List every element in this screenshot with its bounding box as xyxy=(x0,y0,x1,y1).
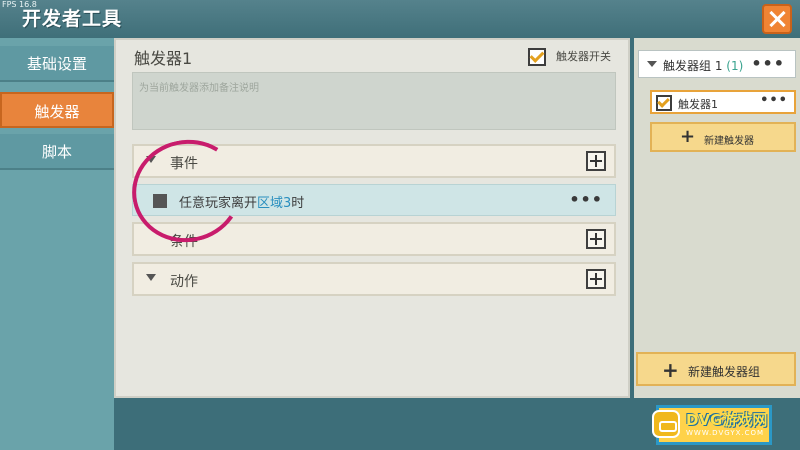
sidebar-item-scripts[interactable]: 脚本 xyxy=(0,134,114,170)
watermark: DVG游戏网 WWW.DVGYX.COM xyxy=(648,404,800,444)
sidebar: 基础设置 触发器 脚本 xyxy=(0,38,114,450)
plus-icon: + xyxy=(662,358,679,382)
sidebar-item-basic-settings[interactable]: 基础设置 xyxy=(0,46,114,82)
trigger-note-field[interactable]: 为当前触发器添加备注说明 xyxy=(132,72,616,130)
new-trigger-group-button[interactable]: + 新建触发器组 xyxy=(636,352,796,386)
trigger-group-header[interactable]: 触发器组 1 (1) ••• xyxy=(638,50,796,78)
trigger-item-label: 触发器1 xyxy=(678,98,718,111)
new-trigger-label: 新建触发器 xyxy=(704,136,754,147)
title-bar: FPS 16.8 开发者工具 xyxy=(0,0,800,38)
new-trigger-button[interactable]: + 新建触发器 xyxy=(650,122,796,152)
chevron-down-icon[interactable] xyxy=(647,61,657,67)
trigger-switch-checkbox[interactable] xyxy=(528,48,546,66)
event-region-link[interactable]: 区域3 xyxy=(257,196,291,211)
event-text-suffix: 时 xyxy=(291,196,305,211)
watermark-subtext: WWW.DVGYX.COM xyxy=(686,429,765,437)
gamepad-icon xyxy=(652,410,680,438)
trigger-more-icon[interactable]: ••• xyxy=(760,93,788,108)
trigger-group-label: 触发器组 1 (1) xyxy=(663,57,743,74)
trigger-name[interactable]: 触发器1 xyxy=(134,45,192,69)
window-title: 开发者工具 xyxy=(22,8,123,30)
close-button[interactable] xyxy=(762,4,792,34)
section-actions-label: 动作 xyxy=(170,274,198,290)
trigger-switch-label: 触发器开关 xyxy=(556,50,611,63)
trigger-group-count: (1) xyxy=(726,59,744,73)
trigger-note-placeholder: 为当前触发器添加备注说明 xyxy=(139,83,259,94)
plus-icon: + xyxy=(680,126,696,147)
trigger-enabled-checkbox[interactable] xyxy=(656,95,672,111)
section-actions[interactable]: 动作 xyxy=(132,262,616,296)
group-more-icon[interactable]: ••• xyxy=(751,54,785,73)
add-condition-button[interactable] xyxy=(586,229,606,249)
add-action-button[interactable] xyxy=(586,269,606,289)
watermark-text: DVG游戏网 xyxy=(686,411,768,429)
event-more-icon[interactable]: ••• xyxy=(569,190,603,209)
trigger-list-panel: 触发器组 1 (1) ••• 触发器1 ••• + 新建触发器 xyxy=(634,38,800,398)
trigger-group-name: 触发器组 1 xyxy=(663,59,723,73)
collapse-arrow-icon[interactable] xyxy=(146,274,156,281)
new-trigger-group-label: 新建触发器组 xyxy=(688,365,761,379)
trigger-list-item[interactable]: 触发器1 ••• xyxy=(650,90,796,114)
sidebar-item-triggers[interactable]: 触发器 xyxy=(0,92,114,128)
add-event-button[interactable] xyxy=(586,151,606,171)
